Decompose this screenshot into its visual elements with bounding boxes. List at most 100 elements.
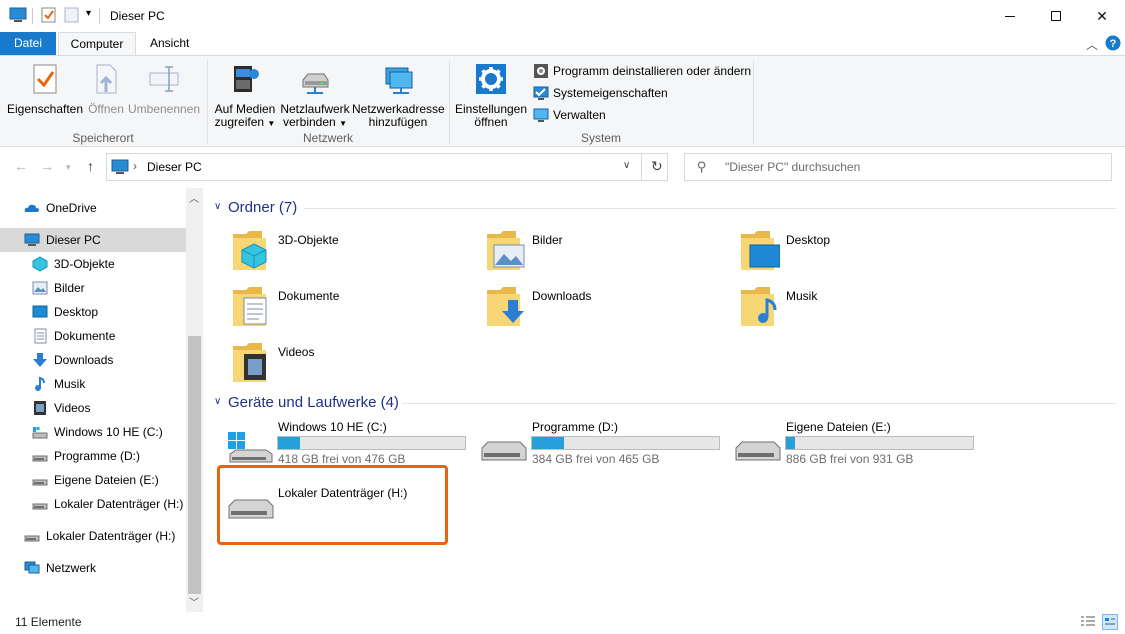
drive-d-tile[interactable]: Programme (D:) 384 GB frei von 465 GB — [480, 420, 730, 468]
open-settings-button[interactable]: Einstellungen öffnen — [452, 62, 530, 129]
svg-text:?: ? — [1110, 38, 1117, 50]
folder-pictures[interactable]: Bilder — [486, 228, 726, 276]
open-button[interactable]: Öffnen — [86, 62, 126, 116]
add-network-location-button[interactable]: Netzwerkadresse hinzufügen — [352, 62, 445, 129]
sidebar-item-desktop[interactable]: Desktop — [32, 300, 98, 324]
sidebar-item-drive-c[interactable]: Windows 10 HE (C:) — [32, 420, 163, 444]
downloads-folder-icon — [487, 287, 524, 326]
folder-label: Bilder — [532, 233, 563, 247]
drive-name: Lokaler Datenträger (H:) — [278, 486, 408, 500]
folder-label: Musik — [786, 289, 818, 303]
sidebar-item-this-pc[interactable]: Dieser PC — [0, 228, 186, 252]
address-bar[interactable]: › Dieser PC ∨ ↻ — [106, 153, 668, 181]
collapse-chevron-icon[interactable]: ∨ — [214, 396, 221, 407]
tab-file[interactable]: Datei — [0, 32, 56, 55]
folder-label: Videos — [278, 345, 315, 359]
breadcrumb-this-pc[interactable]: Dieser PC — [147, 160, 202, 174]
collapse-ribbon-icon[interactable]: ︿ — [1086, 36, 1098, 53]
drive-usage-bar — [277, 436, 466, 450]
drive-icon — [32, 479, 48, 486]
folder-documents[interactable]: Dokumente — [232, 284, 472, 332]
drive-usage-fill — [532, 437, 564, 449]
uninstall-icon — [534, 64, 548, 78]
folder-label: Downloads — [532, 289, 592, 303]
access-media-button[interactable]: Auf Medien zugreifen ▼ — [212, 62, 278, 130]
system-properties-button[interactable]: Systemeigenschaften — [533, 83, 668, 103]
settings-gear-icon — [476, 64, 506, 94]
folder-desktop[interactable]: Desktop — [740, 228, 980, 276]
sidebar-item-drive-e[interactable]: Eigene Dateien (E:) — [32, 468, 159, 492]
back-arrow-icon[interactable]: ← — [14, 158, 28, 174]
large-icons-view-icon[interactable] — [1102, 614, 1118, 630]
uninstall-program-button[interactable]: Programm deinstallieren oder ändern — [533, 61, 751, 81]
drives-section-header[interactable]: Geräte und Laufwerke (4) — [228, 394, 399, 411]
divider — [99, 8, 100, 24]
drive-free-space: 384 GB frei von 465 GB — [532, 452, 660, 466]
search-box[interactable]: ⚲ "Dieser PC" durchsuchen — [684, 153, 1112, 181]
title-bar: ▾ Dieser PC ✕ — [0, 0, 1125, 32]
folder-videos[interactable]: Videos — [232, 340, 472, 388]
breadcrumb-chevron-icon: › — [133, 159, 137, 173]
recent-locations-chevron-icon[interactable]: ▾ — [66, 162, 71, 173]
sidebar-item-documents[interactable]: Dokumente — [32, 324, 115, 348]
sidebar-item-drive-d[interactable]: Programme (D:) — [32, 444, 140, 468]
search-input[interactable]: "Dieser PC" durchsuchen — [725, 160, 860, 174]
sidebar-item-drive-h[interactable]: Lokaler Datenträger (H:) — [32, 492, 183, 516]
sidebar-item-music[interactable]: Musik — [32, 372, 85, 396]
sidebar-scrollbar-thumb[interactable] — [188, 336, 201, 594]
open-icon — [96, 64, 117, 94]
properties-button[interactable]: Eigenschaften — [6, 62, 84, 116]
this-pc-icon[interactable] — [9, 7, 27, 23]
address-dropdown-icon[interactable]: ∨ — [623, 160, 630, 171]
rename-button[interactable]: Umbenennen — [128, 62, 200, 116]
sidebar-item-3d-objects[interactable]: 3D-Objekte — [32, 252, 115, 276]
downloads-arrow-icon — [33, 353, 47, 367]
folders-section-header[interactable]: Ordner (7) — [228, 199, 297, 216]
folder-downloads[interactable]: Downloads — [486, 284, 726, 332]
drive-e-tile[interactable]: Eigene Dateien (E:) 886 GB frei von 931 … — [734, 420, 984, 468]
customize-quick-access-icon[interactable]: ▾ — [86, 8, 91, 19]
sidebar-item-pictures[interactable]: Bilder — [32, 276, 85, 300]
details-view-icon[interactable] — [1080, 615, 1096, 629]
sidebar-item-network[interactable]: Netzwerk — [24, 556, 96, 580]
drive-c-tile[interactable]: Windows 10 HE (C:) 418 GB frei von 476 G… — [226, 420, 476, 468]
scroll-down-icon[interactable]: ﹀ — [189, 594, 199, 609]
sidebar-item-videos[interactable]: Videos — [32, 396, 90, 420]
divider — [32, 8, 33, 24]
videos-film-icon — [34, 401, 46, 415]
onedrive-cloud-icon — [24, 204, 39, 212]
close-button[interactable]: ✕ — [1079, 0, 1125, 32]
sidebar-item-drive-h-root[interactable]: Lokaler Datenträger (H:) — [24, 524, 175, 548]
maximize-button[interactable] — [1033, 0, 1079, 32]
collapse-chevron-icon[interactable]: ∨ — [214, 201, 221, 212]
map-network-drive-button[interactable]: Netzlaufwerk verbinden ▼ — [280, 62, 350, 130]
folder-3d-objects[interactable]: 3D-Objekte — [232, 228, 472, 276]
refresh-icon[interactable]: ↻ — [651, 158, 663, 175]
chevron-down-icon: ▼ — [267, 119, 276, 128]
drive-icon — [32, 455, 48, 462]
scroll-up-icon[interactable]: ︿ — [189, 190, 199, 205]
up-arrow-icon[interactable]: ↑ — [87, 158, 94, 174]
tab-view[interactable]: Ansicht — [138, 32, 201, 55]
forward-arrow-icon[interactable]: → — [40, 158, 54, 174]
drive-name: Windows 10 HE (C:) — [278, 420, 387, 434]
properties-quick-icon[interactable] — [41, 7, 57, 23]
new-folder-quick-icon[interactable] — [64, 7, 80, 23]
manage-button[interactable]: Verwalten — [533, 105, 606, 125]
folder-music[interactable]: Musik — [740, 284, 980, 332]
tab-computer[interactable]: Computer — [58, 32, 136, 55]
3d-objects-folder-icon — [233, 231, 267, 270]
window-title: Dieser PC — [110, 9, 165, 23]
drive-h-tile-highlight[interactable]: Lokaler Datenträger (H:) — [217, 465, 448, 545]
search-icon: ⚲ — [697, 159, 707, 174]
section-divider — [402, 403, 1116, 404]
sidebar-item-downloads[interactable]: Downloads — [32, 348, 113, 372]
drive-icon — [735, 441, 781, 461]
desktop-icon — [32, 305, 48, 318]
windows-drive-icon — [228, 432, 273, 463]
sidebar-item-onedrive[interactable]: OneDrive — [24, 196, 184, 220]
help-icon[interactable]: ? — [1105, 35, 1121, 51]
properties-icon — [33, 64, 57, 94]
drive-name: Programme (D:) — [532, 420, 619, 434]
minimize-button[interactable] — [987, 0, 1033, 32]
